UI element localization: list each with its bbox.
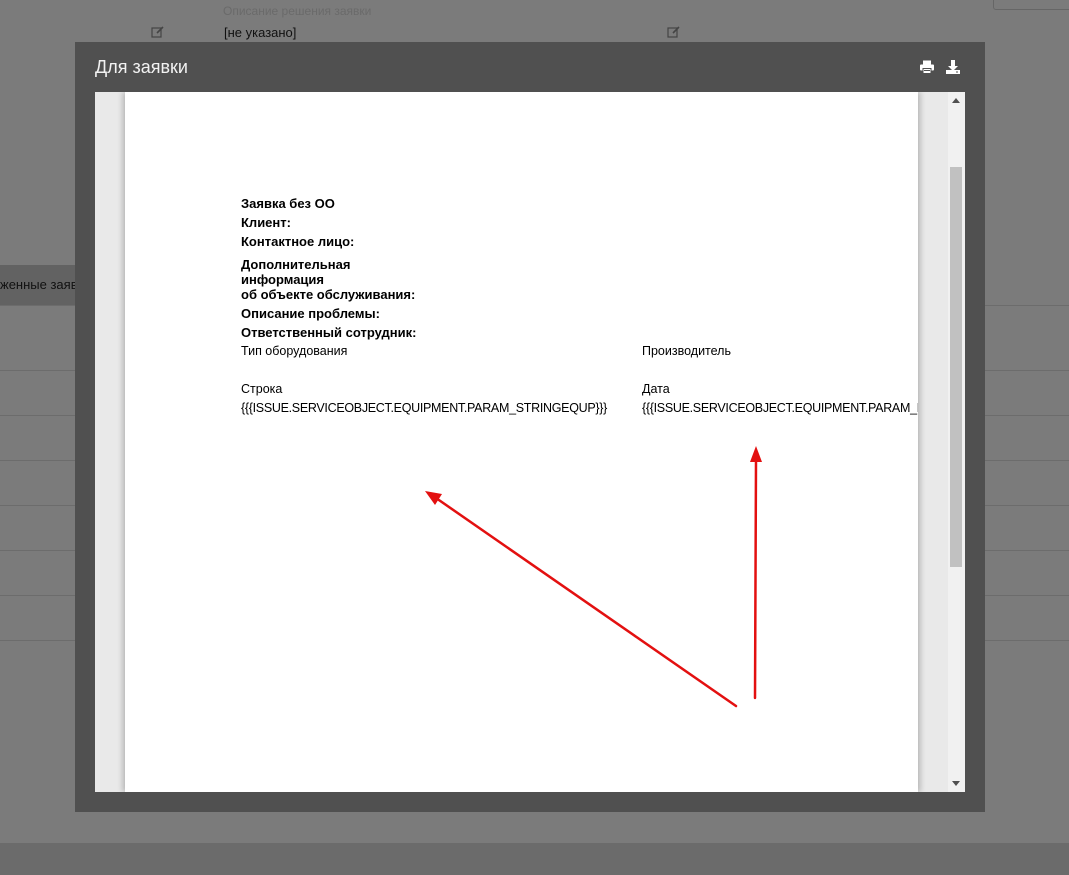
annotation-arrows — [425, 446, 762, 708]
arrow-annotation — [425, 491, 738, 708]
arrow-annotation — [750, 446, 762, 700]
